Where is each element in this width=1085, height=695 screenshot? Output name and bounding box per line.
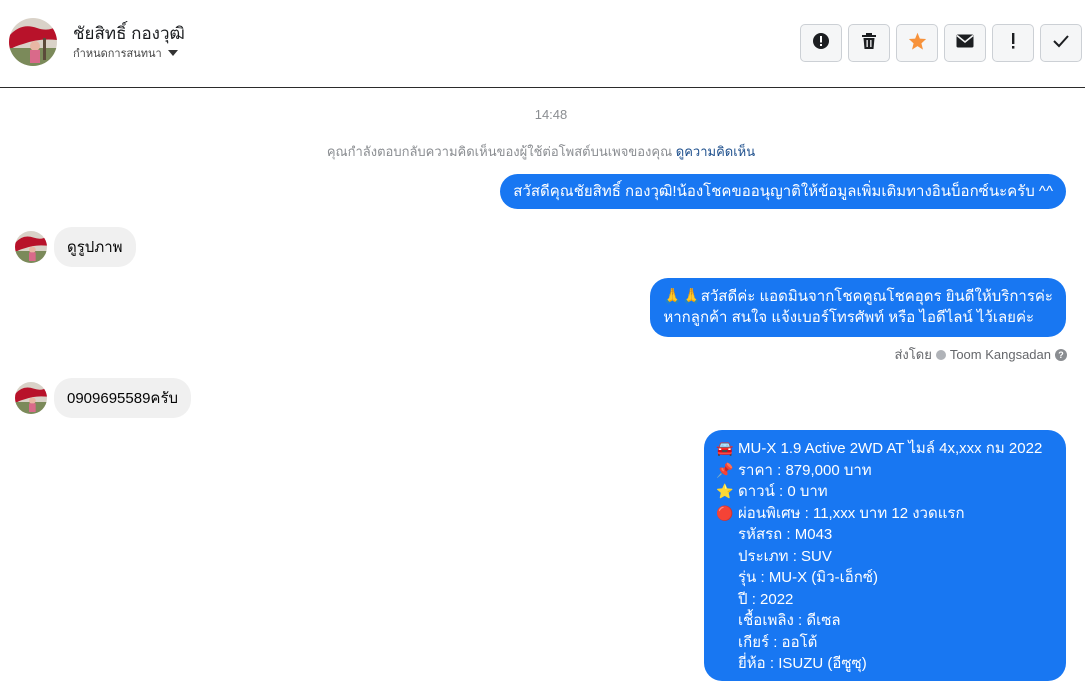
trash-icon <box>861 32 877 55</box>
listing-row: เกียร์ : ออโต้ <box>716 632 1054 654</box>
listing-text: ผ่อนพิเศษ : 11,xxx บาท 12 งวดแรก <box>738 504 965 522</box>
listing-text: ประเภท : SUV <box>738 547 832 565</box>
alert-circle-icon <box>812 32 830 55</box>
mark-done-button[interactable] <box>1040 24 1082 62</box>
message-text: ดูรูปภาพ <box>67 239 123 256</box>
star-icon <box>908 32 927 55</box>
listing-text: รหัสรถ : M043 <box>738 526 833 544</box>
listing-row: 📌 ราคา : 879,000 บาท <box>716 460 1054 482</box>
listing-text: เกียร์ : ออโต้ <box>738 633 818 651</box>
mark-unread-button[interactable] <box>944 24 986 62</box>
assign-conversation-dropdown[interactable]: กำหนดการสนทนา <box>73 44 178 62</box>
listing-row: 🔴 ผ่อนพิเศษ : 11,xxx บาท 12 งวดแรก <box>716 503 1054 525</box>
avatar[interactable] <box>15 231 47 263</box>
report-button[interactable] <box>800 24 842 62</box>
sent-by-info: ส่งโดย Toom Kangsadan ? <box>894 344 1067 365</box>
listing-text: MU-X 1.9 Active 2WD AT ไมล์ 4x,xxx กม 20… <box>738 440 1043 458</box>
star-icon: ⭐ <box>716 483 734 500</box>
listing-text: รุ่น : MU-X (มิว-เอ็กซ์) <box>738 569 879 587</box>
listing-row: รุ่น : MU-X (มิว-เอ็กซ์) <box>716 567 1054 589</box>
delete-button[interactable] <box>848 24 890 62</box>
view-comment-link[interactable]: ดูความคิดเห็น <box>676 144 755 159</box>
star-button[interactable] <box>896 24 938 62</box>
assign-conversation-label: กำหนดการสนทนา <box>73 48 162 60</box>
contact-name: ชัยสิทธิ์ กองวุฒิ <box>73 24 185 43</box>
agent-avatar-icon <box>935 349 946 360</box>
message-text: สวัสดีคุณชัยสิทธิ์ กองวุฒิ!น้องโชคขออนุญ… <box>513 183 1053 200</box>
message-timestamp: 14:48 <box>534 107 568 122</box>
caret-down-icon <box>167 50 178 56</box>
listing-message: 🚘 MU-X 1.9 Active 2WD AT ไมล์ 4x,xxx กม 2… <box>704 430 1066 681</box>
message-text: 0909695589ครับ <box>67 390 179 407</box>
listing-row: ⭐ ดาวน์ : 0 บาท <box>716 481 1054 503</box>
car-icon: 🚘 <box>716 440 734 457</box>
pin-icon: 📌 <box>716 461 734 478</box>
avatar[interactable] <box>15 382 47 414</box>
listing-row: ประเภท : SUV <box>716 546 1054 568</box>
conversation-header: ชัยสิทธิ์ กองวุฒิ กำหนดการสนทนา <box>0 0 1085 88</box>
sent-by-label: ส่งโดย <box>894 347 932 362</box>
listing-row: รหัสรถ : M043 <box>716 524 1054 546</box>
listing-text: เชื้อเพลิง : ดีเซล <box>738 612 841 630</box>
red-marker-icon: 🔴 <box>716 504 734 521</box>
message-text: หากลูกค้า สนใจ แจ้งเบอร์โทรศัพท์ หรือ ไอ… <box>663 309 1035 326</box>
help-icon[interactable]: ? <box>1055 348 1067 361</box>
mail-icon <box>956 34 974 53</box>
listing-text: ดาวน์ : 0 บาท <box>738 483 828 501</box>
listing-row: ยี่ห้อ : ISUZU (อีซูซุ) <box>716 653 1054 675</box>
context-note: คุณกำลังตอบกลับความคิดเห็นของผู้ใช้ต่อโพ… <box>0 141 1082 162</box>
message-text: 🙏🙏สวัสดีค่ะ แอดมินจากโชคคูณโชคอุดร ยินดี… <box>663 288 1053 305</box>
mark-important-button[interactable] <box>992 24 1034 62</box>
listing-row: เชื้อเพลิง : ดีเซล <box>716 610 1054 632</box>
message-incoming: ดูรูปภาพ <box>54 227 136 267</box>
listing-text: ปี : 2022 <box>738 590 794 608</box>
listing-text: ราคา : 879,000 บาท <box>738 461 872 479</box>
listing-row: ปี : 2022 <box>716 589 1054 611</box>
message-incoming: 0909695589ครับ <box>54 378 192 418</box>
message-outgoing: สวัสดีคุณชัยสิทธิ์ กองวุฒิ!น้องโชคขออนุญ… <box>500 174 1066 209</box>
context-text: คุณกำลังตอบกลับความคิดเห็นของผู้ใช้ต่อโพ… <box>326 144 673 159</box>
listing-text: ยี่ห้อ : ISUZU (อีซูซุ) <box>738 655 867 673</box>
listing-row: 🚘 MU-X 1.9 Active 2WD AT ไมล์ 4x,xxx กม 2… <box>716 438 1054 460</box>
check-icon <box>1052 34 1070 53</box>
avatar[interactable] <box>9 18 57 66</box>
exclamation-icon <box>1010 32 1016 55</box>
message-outgoing: 🙏🙏สวัสดีค่ะ แอดมินจากโชคคูณโชคอุดร ยินดี… <box>650 278 1066 337</box>
sent-by-name: Toom Kangsadan <box>949 347 1051 362</box>
